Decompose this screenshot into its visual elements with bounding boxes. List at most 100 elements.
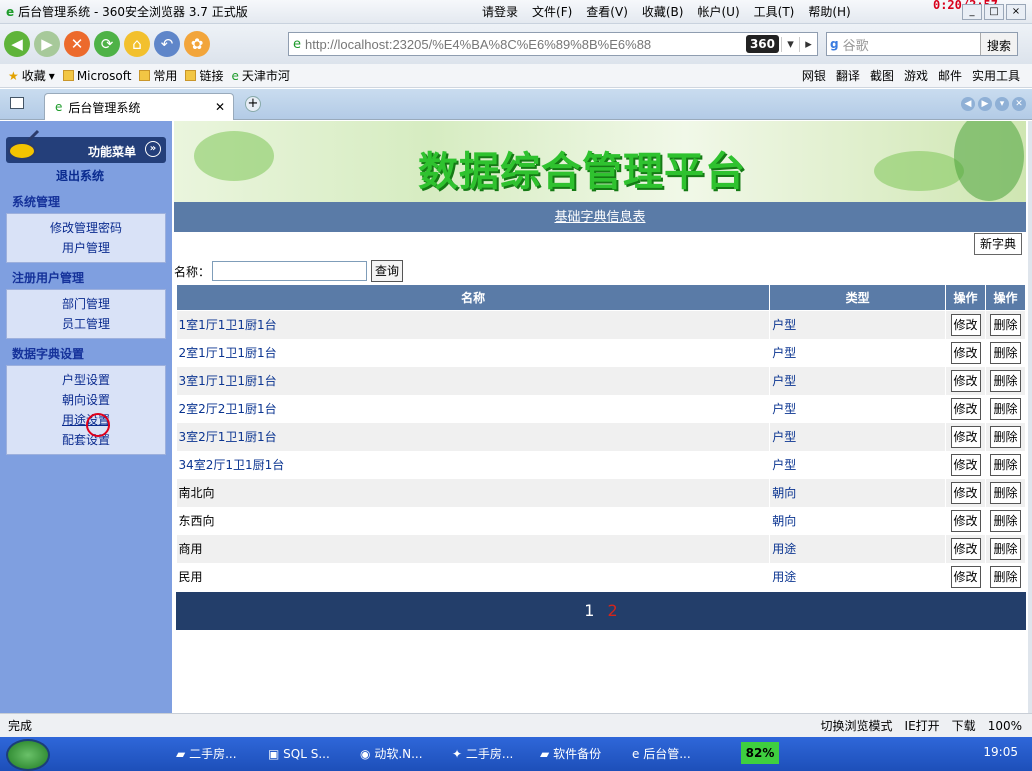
tool-translate[interactable]: 翻译 [836,67,860,84]
task-item[interactable]: ✦ 二手房... [446,742,513,766]
delete-cell: 删除 [985,310,1026,339]
close-tab-icon[interactable]: ✕ [215,100,225,114]
edit-button[interactable]: 修改 [950,481,981,504]
delete-button[interactable]: 删除 [990,369,1021,392]
sidebar-item-house-type[interactable]: 户型设置 [7,370,165,390]
delete-button[interactable]: 删除 [990,341,1021,364]
paw-icon[interactable]: ✿ [184,31,210,57]
task-item[interactable]: ▣ SQL S... [262,742,330,766]
delete-button[interactable]: 删除 [990,453,1021,476]
table-row: 2室1厅1卫1厨1台 户型 修改 删除 [176,338,1026,367]
group-title[interactable]: 数据字典设置 [6,343,166,365]
new-dictionary-button[interactable]: 新字典 [974,233,1023,255]
task-item[interactable]: ◉ 动软.N... [354,742,423,766]
task-item[interactable]: e 后台管... [626,742,691,766]
search-button[interactable]: 搜索 [979,33,1017,55]
fav-microsoft[interactable]: Microsoft [62,69,131,83]
edit-button[interactable]: 修改 [950,425,981,448]
leaf-decoration [954,121,1024,201]
stop-icon[interactable]: ✕ [64,31,90,57]
menu-view[interactable]: 查看(V) [586,3,628,20]
edit-button[interactable]: 修改 [950,313,981,336]
close-window-button[interactable]: × [1006,3,1026,20]
login-link[interactable]: 请登录 [482,3,518,20]
edit-button[interactable]: 修改 [950,397,981,420]
sidebar-item-users[interactable]: 用户管理 [7,238,165,258]
delete-button[interactable]: 删除 [990,481,1021,504]
query-button[interactable]: 查询 [371,260,404,282]
menu-tools[interactable]: 工具(T) [754,3,795,20]
search-box[interactable]: g 谷歌 搜索 [826,32,1018,56]
download-button[interactable]: 下载 [952,717,976,734]
zoom-level[interactable]: 100% [988,719,1022,733]
menu-account[interactable]: 帐户(U) [697,3,739,20]
tool-screenshot[interactable]: 截图 [870,67,894,84]
sidebar-item-change-password[interactable]: 修改管理密码 [7,218,165,238]
search-input[interactable]: 谷歌 [839,35,980,54]
delete-button[interactable]: 删除 [990,509,1021,532]
delete-button[interactable]: 删除 [990,565,1021,588]
edit-button[interactable]: 修改 [950,509,981,532]
fav-tianjin[interactable]: e 天津市河 [231,67,289,84]
scrollbar[interactable] [1028,121,1032,713]
edit-button[interactable]: 修改 [950,453,981,476]
group-title[interactable]: 注册用户管理 [6,267,166,289]
address-url[interactable]: http://localhost:23205/%E4%BA%8C%E6%89%8… [301,37,746,52]
task-item[interactable]: ▰ 二手房... [170,742,237,766]
delete-button[interactable]: 删除 [990,537,1021,560]
menu-help[interactable]: 帮助(H) [808,3,850,20]
back-icon[interactable]: ◀ [4,31,30,57]
tab-close-all-icon[interactable]: ✕ [1012,97,1026,111]
tab-right-icon[interactable]: ▶ [978,97,992,111]
tool-utilities[interactable]: 实用工具 [972,67,1020,84]
task-item[interactable]: ▰ 软件备份 [534,742,601,766]
sidebar-item-facilities[interactable]: 配套设置 [7,430,165,450]
edit-button[interactable]: 修改 [950,565,981,588]
switch-mode-button[interactable]: 切换浏览模式 [821,717,893,734]
tab-left-icon[interactable]: ◀ [961,97,975,111]
refresh-icon[interactable]: ⟳ [94,31,120,57]
sidebar-toggle-icon[interactable] [10,97,24,109]
tab-admin[interactable]: e 后台管理系统 ✕ [44,93,234,120]
menu-favorites[interactable]: 收藏(B) [642,3,684,20]
title-bar: e 后台管理系统 - 360安全浏览器 3.7 正式版 请登录 文件(F) 查看… [0,0,1032,24]
sidebar-item-orientation[interactable]: 朝向设置 [7,390,165,410]
sidebar-item-departments[interactable]: 部门管理 [7,294,165,314]
row-name: 3室1厅1卫1厨1台 [176,366,771,395]
menu-bar: 请登录 文件(F) 查看(V) 收藏(B) 帐户(U) 工具(T) 帮助(H) [482,3,851,20]
undo-icon[interactable]: ↶ [154,31,180,57]
favorites-menu[interactable]: ★ 收藏 ▾ [8,67,55,84]
edit-button[interactable]: 修改 [950,537,981,560]
collapse-icon[interactable]: » [145,141,161,157]
page-link-2[interactable]: 2 [608,601,618,620]
fav-links[interactable]: 链接 [185,67,223,84]
dictionary-table-link[interactable]: 基础字典信息表 [554,210,645,225]
delete-button[interactable]: 删除 [990,425,1021,448]
table-row: 1室1厅1卫1厨1台 户型 修改 删除 [176,310,1026,339]
name-input[interactable] [212,261,368,281]
start-button[interactable] [6,739,50,771]
sidebar-item-employees[interactable]: 员工管理 [7,314,165,334]
new-tab-icon[interactable]: + [245,96,261,112]
tool-games[interactable]: 游戏 [904,67,928,84]
maximize-button[interactable]: □ [984,3,1004,20]
fav-common[interactable]: 常用 [139,67,177,84]
tab-list-icon[interactable]: ▾ [995,97,1009,111]
group-title[interactable]: 系统管理 [6,191,166,213]
edit-button[interactable]: 修改 [950,341,981,364]
tool-mail[interactable]: 邮件 [938,67,962,84]
minimize-button[interactable]: _ [962,3,982,20]
address-bar[interactable]: e http://localhost:23205/%E4%BA%8C%E6%89… [288,32,818,56]
home-icon[interactable]: ⌂ [124,31,150,57]
delete-button[interactable]: 删除 [990,397,1021,420]
address-dropdown-icon[interactable]: ▾ [781,36,799,52]
delete-button[interactable]: 删除 [990,313,1021,336]
edit-button[interactable]: 修改 [950,369,981,392]
browser-logo-icon: e [6,4,15,19]
logout-link[interactable]: 退出系统 [0,167,160,184]
tool-bank[interactable]: 网银 [802,67,826,84]
go-icon[interactable]: ▸ [799,36,817,52]
menu-file[interactable]: 文件(F) [532,3,572,20]
ie-open-button[interactable]: IE打开 [905,717,940,734]
forward-icon[interactable]: ▶ [34,31,60,57]
